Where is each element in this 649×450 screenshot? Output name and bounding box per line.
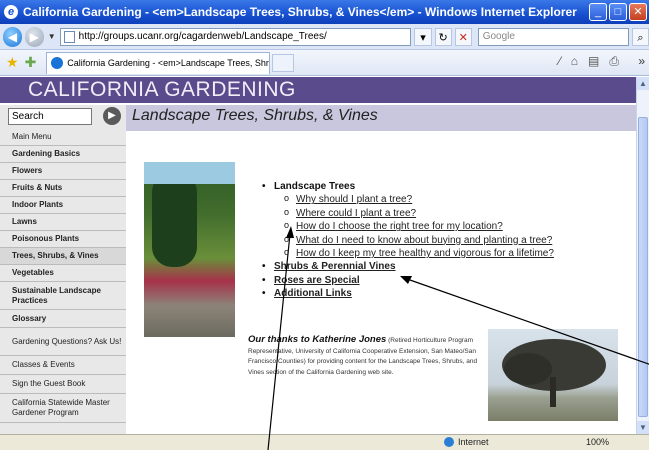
sidebar-item-gardening-basics[interactable]: Gardening Basics	[0, 146, 126, 163]
question-link[interactable]: Why should I plant a tree?	[296, 194, 412, 205]
page-title: Landscape Trees, Shrubs, & Vines	[132, 107, 378, 124]
additional-links-link[interactable]: Additional Links	[274, 288, 352, 299]
acknowledgement: Our thanks to Katherine Jones (Retired H…	[248, 334, 478, 378]
command-bar: ⁄ ⌂ ▤ ⎙	[559, 54, 619, 69]
site-search-input[interactable]: Search	[8, 108, 92, 125]
sidebar-item-flowers[interactable]: Flowers	[0, 163, 126, 180]
vertical-scrollbar[interactable]: ▲ ▼	[636, 77, 649, 434]
new-tab-button[interactable]	[272, 53, 295, 72]
sidebar-item-master-gardener[interactable]: California Statewide Master Gardener Pro…	[0, 394, 126, 423]
url-text: http://groups.ucanr.org/cagardenweb/Land…	[78, 30, 327, 42]
search-icon[interactable]: ⌕	[631, 27, 649, 46]
site-banner[interactable]: CALIFORNIA GARDENING	[0, 77, 636, 103]
address-dropdown-button[interactable]: ▾	[414, 27, 432, 46]
question-link[interactable]: How do I keep my tree healthy and vigoro…	[296, 248, 554, 259]
scroll-down-icon[interactable]: ▼	[637, 421, 649, 434]
question-link[interactable]: What do I need to know about buying and …	[296, 235, 552, 246]
sidebar: Search ▶ Main Menu Gardening Basics Flow…	[0, 105, 126, 434]
address-field[interactable]: http://groups.ucanr.org/cagardenweb/Land…	[59, 27, 412, 46]
add-favorites-icon[interactable]: ✚	[25, 54, 37, 71]
close-button[interactable]: ✕	[629, 3, 647, 21]
oak-tree-photo	[488, 329, 618, 421]
search-go-button[interactable]: ▶	[103, 107, 121, 125]
section-heading: Landscape Trees	[274, 181, 356, 192]
home-icon[interactable]: ⌂	[571, 54, 578, 69]
roses-link[interactable]: Roses are Special	[274, 275, 360, 286]
feeds-icon[interactable]: ⁄	[559, 54, 561, 69]
scroll-thumb[interactable]	[638, 117, 648, 417]
zoom-level[interactable]: 100%	[586, 437, 609, 447]
sidebar-item-fruits-nuts[interactable]: Fruits & Nuts	[0, 180, 126, 197]
print-icon[interactable]: ⎙	[609, 54, 619, 69]
question-link[interactable]: Where could I plant a tree?	[296, 208, 416, 219]
status-bar: Internet 100%	[0, 434, 649, 450]
forward-button[interactable]: ▶	[24, 26, 44, 47]
sidebar-item-indoor-plants[interactable]: Indoor Plants	[0, 197, 126, 214]
tab-current[interactable]: California Gardening - <em>Landscape Tre…	[46, 51, 271, 74]
garden-path-photo	[144, 162, 235, 337]
window-title: California Gardening - <em>Landscape Tre…	[23, 5, 577, 19]
refresh-icon[interactable]: ↻	[434, 27, 452, 46]
sidebar-item-sustainable-landscape[interactable]: Sustainable Landscape Practices	[0, 282, 126, 310]
sidebar-item-poisonous-plants[interactable]: Poisonous Plants	[0, 231, 126, 248]
recent-pages-dropdown[interactable]: ▼	[48, 32, 56, 41]
more-tools-chevron-icon[interactable]: »	[638, 54, 645, 68]
tab-ie-icon	[51, 56, 64, 69]
zone-label: Internet	[458, 437, 489, 447]
scroll-up-icon[interactable]: ▲	[637, 77, 649, 90]
sidebar-item-main-menu[interactable]: Main Menu	[0, 129, 126, 146]
topic-list: Landscape Trees Why should I plant a tre…	[260, 180, 554, 301]
search-input[interactable]: Google	[477, 27, 629, 46]
sidebar-item-trees-shrubs-vines[interactable]: Trees, Shrubs, & Vines	[0, 248, 126, 265]
sidebar-item-lawns[interactable]: Lawns	[0, 214, 126, 231]
page-menu-icon[interactable]: ▤	[588, 54, 599, 69]
back-button[interactable]: ◀	[3, 26, 22, 47]
list-item-landscape-trees: Landscape Trees	[260, 180, 554, 194]
sidebar-item-classes-events[interactable]: Classes & Events	[0, 356, 126, 375]
page-icon	[63, 30, 75, 43]
stop-icon[interactable]: ✕	[454, 27, 472, 46]
globe-icon	[444, 437, 454, 447]
window-controls: _ □ ✕	[589, 3, 647, 21]
security-zone: Internet	[444, 437, 489, 447]
thanks-lead: Our thanks to Katherine Jones	[248, 334, 387, 345]
web-page: CALIFORNIA GARDENING Search ▶ Main Menu …	[0, 77, 636, 434]
address-toolbar: ◀ ▶ ▼ http://groups.ucanr.org/cagardenwe…	[0, 24, 649, 50]
ie-logo-icon: e	[4, 5, 18, 19]
sidebar-item-gardening-questions[interactable]: Gardening Questions? Ask Us!	[0, 328, 126, 356]
question-link[interactable]: How do I choose the right tree for my lo…	[296, 221, 503, 232]
tab-bar: ★ ✚ California Gardening - <em>Landscape…	[0, 50, 649, 76]
tab-label: California Gardening - <em>Landscape Tre…	[67, 57, 271, 68]
title-bar: e California Gardening - <em>Landscape T…	[0, 0, 649, 24]
minimize-button[interactable]: _	[589, 3, 607, 21]
sidebar-item-vegetables[interactable]: Vegetables	[0, 265, 126, 282]
favorites-star-icon[interactable]: ★	[6, 54, 19, 71]
sidebar-item-guest-book[interactable]: Sign the Guest Book	[0, 375, 126, 394]
sidebar-item-glossary[interactable]: Glossary	[0, 310, 126, 328]
shrubs-vines-link[interactable]: Shrubs & Perennial Vines	[274, 261, 396, 272]
maximize-button[interactable]: □	[609, 3, 627, 21]
